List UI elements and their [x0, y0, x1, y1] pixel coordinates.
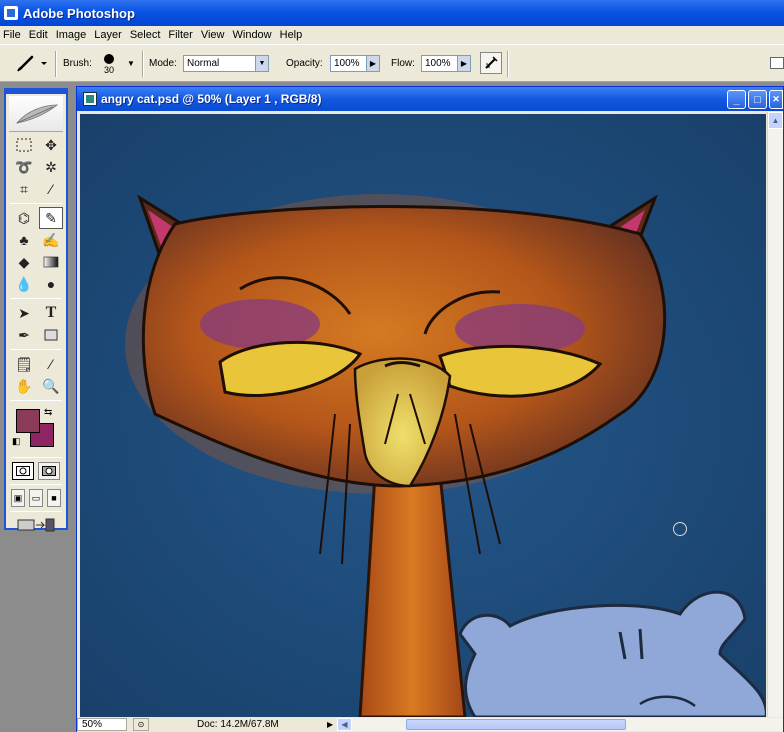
screen-mode-full-icon[interactable]: ■	[47, 489, 61, 507]
menu-bar: File Edit Image Layer Select Filter View…	[0, 26, 784, 44]
document-window: angry cat.psd @ 50% (Layer 1 , RGB/8) _ …	[76, 86, 784, 732]
photoshop-app-icon	[4, 6, 18, 20]
document-title-bar[interactable]: angry cat.psd @ 50% (Layer 1 , RGB/8) _ …	[77, 87, 783, 111]
palette-well-button[interactable]	[770, 45, 784, 81]
brush-size: 30	[104, 64, 115, 75]
dodge-icon[interactable]: ●	[39, 273, 63, 295]
close-icon: ✕	[772, 94, 780, 104]
brush-icon[interactable]: ✎	[39, 207, 63, 229]
zoom-icon[interactable]: 🔍	[39, 375, 63, 397]
document-icon	[83, 92, 97, 106]
opacity-label: Opacity:	[286, 57, 323, 69]
maximize-icon: □	[754, 93, 761, 106]
pen-icon[interactable]: ✒	[12, 324, 36, 346]
app-title: Adobe Photoshop	[23, 5, 135, 21]
flow-label: Flow:	[391, 57, 415, 69]
color-swatches: ⇆ ◧	[12, 405, 60, 453]
foreground-color-swatch[interactable]	[16, 409, 40, 433]
scroll-left-arrow-icon[interactable]: ◀	[337, 718, 352, 731]
tools-panel: ✥ ➰ ✲ ⌗ ⁄ ⌬ ✎ ♣ ✍ ◆ 💧 ● ➤ T ✒ 🗒 ⁄ ✋ 🔍 ⇆ …	[4, 88, 68, 532]
vertical-scrollbar[interactable]: ▲	[767, 112, 783, 717]
zoom-level-field[interactable]: 50%	[77, 718, 127, 731]
airbrush-icon	[485, 56, 498, 69]
quick-mask-button[interactable]	[38, 462, 60, 480]
menu-file[interactable]: File	[0, 29, 26, 41]
maximize-button[interactable]: □	[748, 90, 767, 109]
feather-logo[interactable]	[9, 96, 63, 132]
shape-icon[interactable]	[39, 324, 63, 346]
menu-filter[interactable]: Filter	[165, 29, 197, 41]
status-bar: 50% ⊙ Doc: 14.2M/67.8M ▶ ◀	[77, 717, 783, 732]
notes-icon[interactable]: 🗒	[12, 353, 36, 375]
chevron-down-icon: ▼	[255, 55, 268, 71]
magic-wand-icon[interactable]: ✲	[39, 156, 63, 178]
eraser-icon[interactable]: ◆	[12, 251, 36, 273]
screen-mode-standard-icon[interactable]: ▣	[11, 489, 25, 507]
close-button[interactable]: ✕	[769, 90, 783, 109]
minimize-button[interactable]: _	[727, 90, 746, 109]
swap-colors-icon[interactable]: ⇆	[44, 407, 52, 418]
hand-icon[interactable]: ✋	[12, 375, 36, 397]
menu-image[interactable]: Image	[53, 29, 92, 41]
menu-help[interactable]: Help	[277, 29, 308, 41]
status-menu-arrow-icon[interactable]: ▶	[327, 720, 337, 729]
menu-window[interactable]: Window	[230, 29, 277, 41]
screen-mode-full-menu-icon[interactable]: ▭	[29, 489, 43, 507]
document-size-info: Doc: 14.2M/67.8M	[197, 719, 279, 730]
gradient-icon[interactable]	[39, 251, 63, 273]
healing-brush-icon[interactable]: ⌬	[12, 207, 36, 229]
scroll-up-arrow-icon[interactable]: ▲	[768, 112, 783, 129]
brush-label: Brush:	[63, 57, 92, 69]
lasso-icon[interactable]: ➰	[12, 156, 36, 178]
move-icon[interactable]: ✥	[39, 134, 63, 156]
tool-preset-picker[interactable]	[14, 45, 48, 81]
image-canvas[interactable]	[80, 114, 766, 717]
mode-label: Mode:	[149, 57, 177, 69]
brush-cursor	[673, 522, 687, 536]
flow-field[interactable]: 100% ▶	[421, 45, 471, 81]
angry-cat-artwork	[80, 114, 766, 717]
standard-mode-button[interactable]	[12, 462, 34, 480]
brush-picker[interactable]: 30	[104, 45, 114, 81]
type-icon[interactable]: T	[39, 302, 63, 324]
crop-icon[interactable]: ⌗	[12, 178, 36, 200]
blur-icon[interactable]: 💧	[12, 273, 36, 295]
photoshop-feather-icon	[15, 104, 59, 124]
brush-preset-icon	[17, 55, 47, 72]
app-title-bar[interactable]: Adobe Photoshop	[0, 0, 784, 26]
minimize-icon: _	[733, 93, 740, 106]
history-brush-icon[interactable]: ✍	[39, 229, 63, 251]
menu-select[interactable]: Select	[127, 29, 166, 41]
flow-slider-arrow-icon[interactable]: ▶	[457, 55, 470, 71]
menu-view[interactable]: View	[198, 29, 230, 41]
navigator-icon[interactable]: ⊙	[133, 718, 149, 731]
airbrush-button[interactable]	[480, 45, 502, 81]
slice-icon[interactable]: ⁄	[39, 178, 63, 200]
mode-select[interactable]: Normal ▼	[183, 45, 269, 81]
document-title: angry cat.psd @ 50% (Layer 1 , RGB/8)	[101, 92, 322, 106]
menu-edit[interactable]: Edit	[26, 29, 53, 41]
brush-tip-icon	[104, 53, 114, 64]
mode-value: Normal	[187, 57, 220, 69]
opacity-field[interactable]: 100% ▶	[330, 45, 380, 81]
opacity-value: 100%	[334, 57, 360, 69]
path-select-icon[interactable]: ➤	[12, 302, 36, 324]
default-colors-icon[interactable]: ◧	[12, 437, 21, 446]
menu-layer[interactable]: Layer	[91, 29, 127, 41]
horizontal-scroll-thumb[interactable]	[406, 719, 626, 730]
options-bar: Brush: 30 ▼ Mode: Normal ▼ Opacity: 100%…	[0, 44, 784, 82]
flow-value: 100%	[425, 57, 451, 69]
jump-to-imageready-icon[interactable]	[13, 516, 59, 534]
horizontal-scrollbar[interactable]: ◀	[337, 718, 783, 731]
opacity-slider-arrow-icon[interactable]: ▶	[366, 55, 379, 71]
clone-stamp-icon[interactable]: ♣	[12, 229, 36, 251]
brush-picker-arrow-icon[interactable]: ▼	[127, 45, 135, 81]
marquee-icon[interactable]	[12, 134, 36, 156]
eyedropper-icon[interactable]: ⁄	[39, 353, 63, 375]
